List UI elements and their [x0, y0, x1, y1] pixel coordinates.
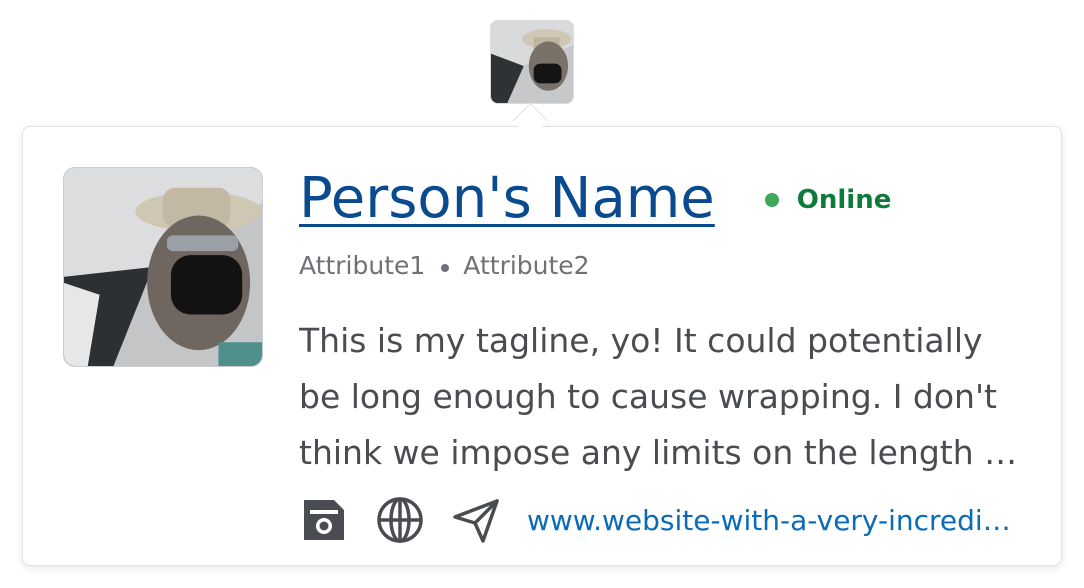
profile-avatar — [63, 167, 263, 367]
profile-photo — [64, 168, 262, 366]
presence-text: Online — [796, 185, 892, 215]
profile-card: Person's Name Online Attribute1 Attribut… — [22, 126, 1062, 566]
profile-attributes: Attribute1 Attribute2 — [299, 251, 590, 280]
website-link[interactable]: www.website-with-a-very-incredibly-long-… — [527, 504, 1027, 537]
save-icon[interactable] — [299, 495, 349, 545]
send-icon[interactable] — [451, 495, 501, 545]
profile-tagline: This is my tagline, yo! It could potenti… — [299, 321, 1016, 472]
profile-photo — [491, 21, 573, 103]
online-dot-icon — [764, 193, 779, 207]
profile-popover-stage: Person's Name Online Attribute1 Attribut… — [0, 0, 1084, 588]
globe-icon[interactable] — [375, 495, 425, 545]
profile-links: www.website-with-a-very-incredibly-long-… — [299, 495, 1027, 545]
attribute-separator — [441, 263, 450, 272]
person-name-link[interactable]: Person's Name — [299, 163, 715, 235]
attribute-2: Attribute2 — [463, 251, 590, 280]
name-row: Person's Name Online — [299, 163, 891, 235]
attribute-1: Attribute1 — [299, 251, 426, 280]
profile-trigger-avatar[interactable] — [490, 20, 574, 104]
presence-status: Online — [764, 185, 892, 215]
